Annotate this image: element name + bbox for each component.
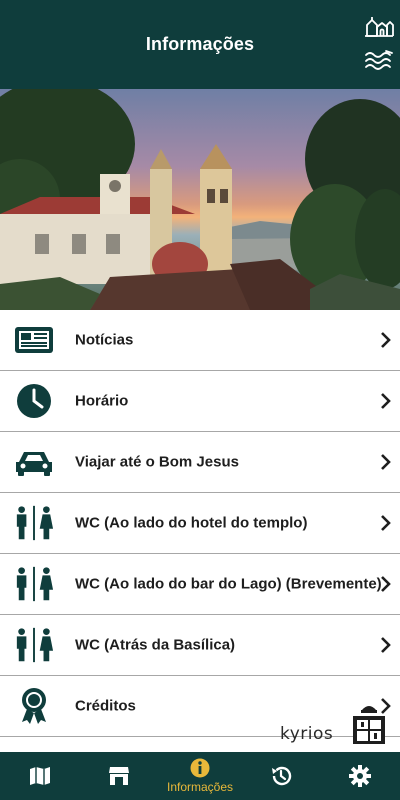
menu-item-noticias[interactable]: Notícias — [0, 310, 400, 371]
menu-item-horario[interactable]: Horário — [0, 371, 400, 432]
award-icon — [14, 686, 54, 726]
church-icon[interactable] — [364, 16, 394, 38]
menu-item-wc-lago[interactable]: WC (Ao lado do bar do Lago) (Brevemente) — [0, 554, 400, 615]
restroom-icon — [14, 625, 54, 665]
unesco-heritage-icon — [366, 93, 394, 121]
page-title: Informações — [145, 34, 255, 54]
menu-item-wc-hotel[interactable]: WC (Ao lado do hotel do templo) — [0, 493, 400, 554]
chevron-right-icon — [380, 636, 392, 654]
restroom-icon — [14, 503, 54, 543]
chevron-right-icon — [380, 453, 392, 471]
map-icon — [29, 766, 51, 786]
tab-settings[interactable] — [325, 752, 395, 800]
menu-item-label: WC (Ao lado do hotel do templo) — [75, 514, 308, 532]
crest-icon — [352, 702, 386, 746]
lake-icon[interactable] — [364, 49, 394, 71]
chevron-right-icon — [380, 514, 392, 532]
car-icon — [14, 442, 54, 482]
menu-item-label: Horário — [75, 392, 129, 410]
brand-footer: kyrios — [280, 702, 400, 752]
tab-store[interactable] — [84, 752, 154, 800]
restroom-icon — [14, 564, 54, 604]
clock-icon — [14, 381, 54, 421]
tab-map[interactable] — [5, 752, 75, 800]
menu-item-label: WC (Ao lado do bar do Lago) (Brevemente) — [75, 575, 382, 593]
app-header: Informações — [0, 0, 400, 89]
history-icon — [270, 765, 292, 787]
menu-item-viajar[interactable]: Viajar até o Bom Jesus — [0, 432, 400, 493]
chevron-right-icon — [380, 575, 392, 593]
kyrios-logo-text: kyrios — [280, 724, 334, 744]
tab-informacoes[interactable]: Informações — [165, 752, 235, 800]
chevron-right-icon — [380, 331, 392, 349]
settings-icon — [349, 765, 371, 787]
menu-item-wc-basilica[interactable]: WC (Atrás da Basílica) — [0, 615, 400, 676]
menu-item-label: Viajar até o Bom Jesus — [75, 453, 239, 471]
info-icon — [190, 758, 210, 778]
menu-item-label: WC (Atrás da Basílica) — [75, 636, 236, 654]
tab-label: Informações — [166, 780, 234, 794]
basilica-photo — [0, 89, 400, 310]
menu-item-label: Notícias — [75, 331, 134, 349]
chevron-right-icon — [380, 392, 392, 410]
tab-history[interactable] — [246, 752, 316, 800]
menu-item-label: Créditos — [75, 697, 136, 715]
newspaper-icon — [14, 320, 54, 360]
bottom-tab-bar: Informações — [0, 752, 400, 800]
info-menu-list: Notícias Horário Viajar até o Bom Jesus … — [0, 310, 400, 737]
store-icon — [108, 766, 130, 786]
